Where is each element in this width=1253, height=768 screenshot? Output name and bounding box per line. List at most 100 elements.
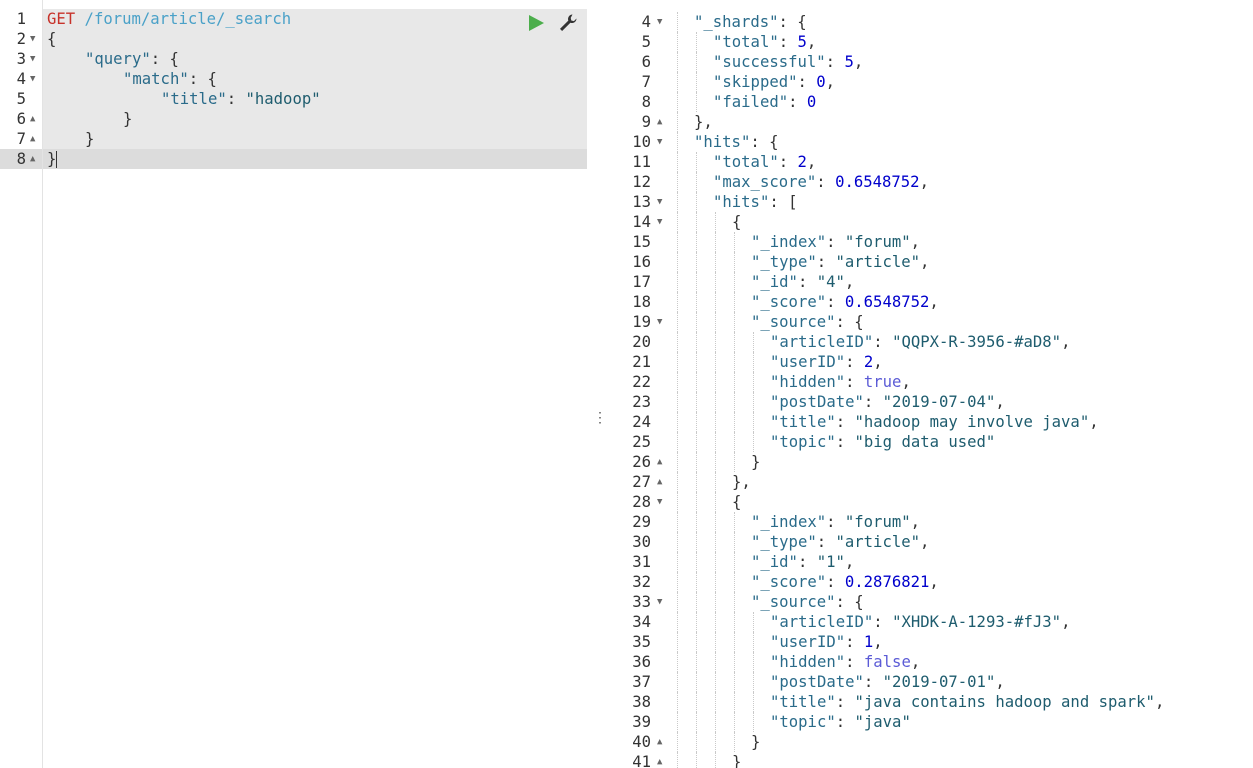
indent-guide: [677, 192, 679, 212]
fold-up-icon[interactable]: ▲: [30, 129, 35, 149]
code-text: "postDate": "2019-07-04",: [770, 393, 1005, 411]
fold-down-icon[interactable]: ▼: [657, 312, 662, 332]
indent-guide: [734, 312, 736, 332]
line-number: 5: [16, 90, 26, 108]
fold-down-icon[interactable]: ▼: [657, 592, 662, 612]
request-line[interactable]: 1 GET /forum/article/_search: [0, 9, 587, 29]
indent-guide: [677, 512, 679, 532]
fold-down-icon[interactable]: ▼: [657, 12, 662, 32]
line-number: 8: [641, 93, 651, 111]
wrench-icon[interactable]: [558, 13, 578, 33]
indent-guide: [753, 332, 755, 352]
indent-guide: [696, 432, 698, 452]
indent-guide: [734, 332, 736, 352]
line-number: 11: [632, 153, 651, 171]
code-text: "total": 5,: [713, 33, 817, 51]
response-viewer[interactable]: 4 ▼ "_shards": {5 "total": 5, 6 "successful":…: [607, 0, 1253, 768]
line-number: 9: [641, 113, 651, 131]
request-line[interactable]: 2 ▼ {: [0, 29, 587, 49]
code-text: "_type": "article",: [751, 253, 930, 271]
line-number: 31: [632, 553, 651, 571]
line-number: 32: [632, 573, 651, 591]
fold-down-icon[interactable]: ▼: [30, 49, 35, 69]
fold-up-icon[interactable]: ▲: [657, 472, 662, 492]
line-number: 8: [16, 150, 26, 168]
line-number: 25: [632, 433, 651, 451]
response-line: 11 "total": 2,: [607, 152, 1253, 172]
fold-up-icon[interactable]: ▲: [657, 732, 662, 752]
indent-guide: [696, 372, 698, 392]
fold-up-icon[interactable]: ▲: [657, 452, 662, 472]
indent-guide: [753, 392, 755, 412]
indent-guide: [696, 692, 698, 712]
line-number: 15: [632, 233, 651, 251]
line-number: 2: [16, 30, 26, 48]
indent-guide: [753, 712, 755, 732]
indent-guide: [696, 672, 698, 692]
request-line[interactable]: 5 "title": "hadoop": [0, 89, 587, 109]
request-lines[interactable]: 1 GET /forum/article/_search 2 ▼{3 ▼ "query":…: [0, 9, 587, 169]
play-icon[interactable]: [527, 14, 545, 32]
code-text: "topic": "big data used": [770, 433, 996, 451]
code-text: "hits": [: [713, 193, 798, 211]
line-number: 21: [632, 353, 651, 371]
line-number: 6: [16, 110, 26, 128]
indent-guide: [715, 712, 717, 732]
line-number: 1: [16, 10, 26, 28]
indent-guide: [696, 552, 698, 572]
response-line: 19 ▼ "_source": {: [607, 312, 1253, 332]
indent-guide: [677, 572, 679, 592]
fold-up-icon[interactable]: ▲: [657, 112, 662, 132]
indent-guide: [715, 372, 717, 392]
indent-guide: [715, 492, 717, 512]
indent-guide: [734, 532, 736, 552]
line-number: 33: [632, 593, 651, 611]
indent-guide: [677, 632, 679, 652]
fold-down-icon[interactable]: ▼: [657, 492, 662, 512]
code-text: "articleID": "QQPX-R-3956-#aD8",: [770, 333, 1071, 351]
fold-down-icon[interactable]: ▼: [657, 192, 662, 212]
code-text: "_index": "forum",: [751, 513, 920, 531]
request-line[interactable]: 8 ▲}: [0, 149, 587, 169]
indent-guide: [734, 292, 736, 312]
indent-guide: [696, 152, 698, 172]
request-line[interactable]: 7 ▲}: [0, 129, 587, 149]
code-text: }: [123, 110, 133, 128]
indent-guide: [696, 412, 698, 432]
indent-guide: [715, 512, 717, 532]
code-text: }: [732, 753, 742, 768]
response-line: 36 "hidden": false,: [607, 652, 1253, 672]
request-editor[interactable]: 1 GET /forum/article/_search 2 ▼{3 ▼ "query":…: [0, 0, 587, 768]
indent-guide: [696, 272, 698, 292]
code-text: "hidden": false,: [770, 653, 921, 671]
indent-guide: [753, 432, 755, 452]
response-line: 30 "_type": "article",: [607, 532, 1253, 552]
request-line[interactable]: 4 ▼ "match": {: [0, 69, 587, 89]
indent-guide: [677, 132, 679, 152]
code-text: "topic": "java": [770, 713, 911, 731]
fold-down-icon[interactable]: ▼: [657, 212, 662, 232]
indent-guide: [696, 192, 698, 212]
request-line[interactable]: 3 ▼ "query": {: [0, 49, 587, 69]
response-line: 25 "topic": "big data used": [607, 432, 1253, 452]
code-text: "max_score": 0.6548752,: [713, 173, 929, 191]
indent-guide: [715, 432, 717, 452]
fold-down-icon[interactable]: ▼: [30, 29, 35, 49]
line-number: 41: [632, 753, 651, 768]
code-text: "_source": {: [751, 313, 864, 331]
pane-divider[interactable]: ⋮: [587, 0, 607, 768]
fold-up-icon[interactable]: ▲: [30, 149, 35, 169]
indent-guide: [715, 672, 717, 692]
indent-guide: [696, 92, 698, 112]
request-line[interactable]: 6 ▲}: [0, 109, 587, 129]
fold-up-icon[interactable]: ▲: [30, 109, 35, 129]
vertical-ellipsis-icon[interactable]: ⋮: [593, 410, 607, 426]
line-number: 4: [16, 70, 26, 88]
response-line: 40 ▲}: [607, 732, 1253, 752]
fold-up-icon[interactable]: ▲: [657, 752, 662, 768]
fold-down-icon[interactable]: ▼: [30, 69, 35, 89]
fold-down-icon[interactable]: ▼: [657, 132, 662, 152]
indent-guide: [677, 272, 679, 292]
indent-guide: [715, 412, 717, 432]
indent-guide: [715, 272, 717, 292]
